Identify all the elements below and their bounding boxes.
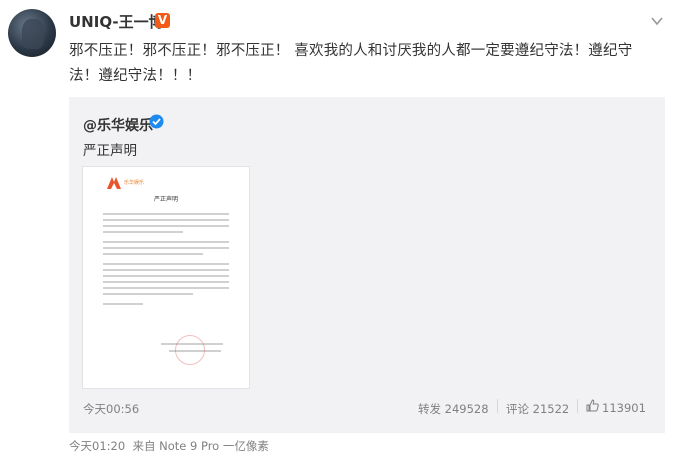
chevron-down-icon[interactable] bbox=[650, 14, 664, 28]
post-source: 来自 Note 9 Pro 一亿像素 bbox=[132, 439, 269, 453]
statement-image[interactable]: 乐华娱乐 严正声明 bbox=[83, 167, 249, 388]
doc-text-line bbox=[103, 293, 193, 295]
divider bbox=[497, 399, 498, 413]
doc-text-line bbox=[103, 281, 229, 283]
divider bbox=[577, 399, 578, 413]
brand-logo-icon bbox=[107, 177, 121, 189]
doc-seal bbox=[175, 335, 205, 365]
forward-count[interactable]: 转发 249528 bbox=[418, 401, 489, 417]
like-icon[interactable] bbox=[586, 399, 599, 412]
doc-text-line bbox=[103, 247, 229, 249]
post-text: 邪不压正！邪不压正！邪不压正！ 喜欢我的人和讨厌我的人都一定要遵纪守法！遵纪守法… bbox=[69, 43, 633, 84]
doc-text-line bbox=[103, 219, 229, 221]
doc-text-line bbox=[103, 303, 143, 305]
post-footer: 今天01:20 来自 Note 9 Pro 一亿像素 bbox=[69, 438, 269, 454]
doc-text-line bbox=[103, 263, 229, 265]
repost-card: @乐华娱乐 严正声明 乐华娱乐 严正声明 今天00:56 转发 249528 评… bbox=[69, 97, 665, 433]
doc-text-line bbox=[103, 241, 229, 243]
repost-time[interactable]: 今天00:56 bbox=[83, 401, 139, 417]
repost-user-name[interactable]: @乐华娱乐 bbox=[83, 115, 153, 135]
repost-text: 严正声明 bbox=[83, 143, 137, 159]
verified-icon bbox=[149, 114, 164, 129]
comment-count[interactable]: 评论 21522 bbox=[506, 401, 569, 417]
doc-text-line bbox=[103, 269, 229, 271]
vip-badge: V bbox=[155, 13, 170, 28]
like-count[interactable]: 113901 bbox=[602, 401, 646, 415]
doc-brand: 乐华娱乐 bbox=[124, 180, 145, 186]
doc-title: 严正声明 bbox=[153, 196, 178, 203]
doc-text-line bbox=[103, 225, 229, 227]
post-time[interactable]: 今天01:20 bbox=[69, 439, 125, 453]
user-name[interactable]: UNIQ-王一博 bbox=[69, 11, 164, 32]
doc-text-line bbox=[103, 213, 229, 215]
doc-text-line bbox=[103, 275, 229, 277]
doc-text-line bbox=[103, 253, 203, 255]
doc-text-line bbox=[103, 287, 229, 289]
doc-text-line bbox=[103, 231, 183, 233]
avatar[interactable] bbox=[8, 9, 56, 57]
